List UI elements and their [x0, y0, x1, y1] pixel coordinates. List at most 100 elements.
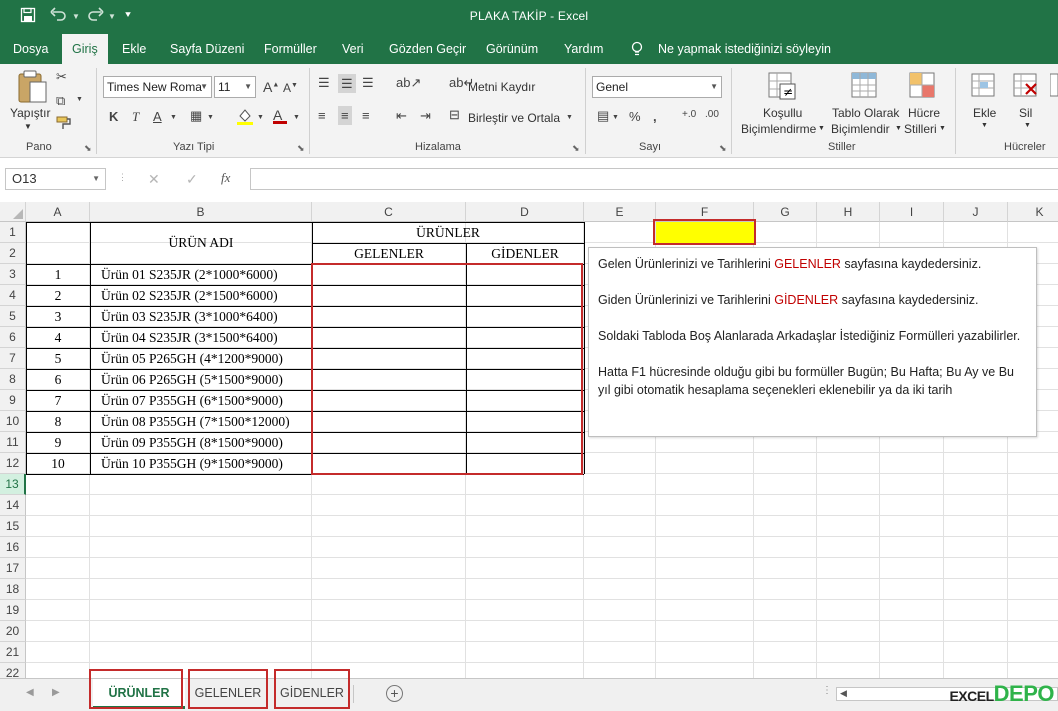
- column-header-h[interactable]: H: [817, 202, 880, 222]
- conditional-formatting-label-2[interactable]: Biçimlendirme: [741, 122, 816, 136]
- clipboard-launcher-icon[interactable]: ⬊: [84, 143, 92, 154]
- align-right-icon[interactable]: ≡: [362, 109, 370, 122]
- row-header-12[interactable]: 12: [0, 453, 26, 474]
- paste-button-label[interactable]: Yapıştır: [10, 106, 50, 120]
- name-box-dropdown-icon[interactable]: ▼: [92, 169, 100, 189]
- increase-font-icon[interactable]: A▲: [263, 80, 279, 94]
- tab-page-layout[interactable]: Sayfa Düzeni: [160, 34, 254, 64]
- column-header-b[interactable]: B: [90, 202, 312, 222]
- cell-styles-label-1[interactable]: Hücre: [908, 106, 940, 120]
- paste-icon[interactable]: [16, 70, 50, 108]
- row-number-cell[interactable]: 7: [26, 390, 90, 411]
- tab-formulas[interactable]: Formüller: [254, 34, 327, 64]
- incoming-header[interactable]: GELENLER: [312, 243, 466, 264]
- product-name-cell[interactable]: Ürün 08 P355GH (7*1500*12000): [101, 411, 311, 432]
- column-header-j[interactable]: J: [944, 202, 1008, 222]
- add-sheet-button[interactable]: +: [386, 685, 403, 702]
- insert-cells-icon[interactable]: [970, 72, 998, 102]
- row-number-cell[interactable]: 3: [26, 306, 90, 327]
- row-header-20[interactable]: 20: [0, 621, 26, 642]
- bold-button[interactable]: K: [109, 110, 118, 123]
- align-center-icon[interactable]: ≡: [338, 106, 352, 125]
- product-name-cell[interactable]: Ürün 01 S235JR (2*1000*6000): [101, 264, 311, 285]
- copy-dropdown-icon[interactable]: ▼: [76, 96, 83, 103]
- row-number-cell[interactable]: 9: [26, 432, 90, 453]
- wrap-text-button[interactable]: Metni Kaydır: [468, 80, 535, 94]
- product-name-cell[interactable]: Ürün 03 S235JR (3*1000*6400): [101, 306, 311, 327]
- tab-split-handle-icon[interactable]: ⋮: [822, 685, 832, 696]
- row-number-cell[interactable]: 4: [26, 327, 90, 348]
- row-header-17[interactable]: 17: [0, 558, 26, 579]
- copy-icon[interactable]: ⧉: [56, 94, 65, 107]
- tell-me-search[interactable]: Ne yapmak istediğinizi söyleyin: [648, 34, 841, 64]
- row-number-cell[interactable]: 6: [26, 369, 90, 390]
- row-number-cell[interactable]: 10: [26, 453, 90, 474]
- comma-icon[interactable]: ,: [653, 110, 657, 123]
- align-middle-icon[interactable]: ☰: [338, 74, 356, 93]
- currency-icon[interactable]: ▤: [597, 109, 609, 122]
- format-as-table-label-2[interactable]: Biçimlendir: [831, 122, 890, 136]
- column-header-c[interactable]: C: [312, 202, 466, 222]
- conditional-formatting-dropdown-icon[interactable]: ▼: [818, 125, 825, 132]
- outgoing-header[interactable]: GİDENLER: [466, 243, 584, 264]
- row-header-6[interactable]: 6: [0, 327, 26, 348]
- row-header-2[interactable]: 2: [0, 243, 26, 264]
- enter-icon[interactable]: ✓: [186, 171, 198, 188]
- conditional-formatting-label-1[interactable]: Koşullu: [763, 106, 802, 120]
- fill-color-icon[interactable]: [236, 107, 254, 127]
- product-name-cell[interactable]: Ürün 09 P355GH (8*1500*9000): [101, 432, 311, 453]
- instructions-textbox[interactable]: Gelen Ürünlerinizi ve Tarihlerini GELENL…: [588, 247, 1037, 437]
- font-size-select[interactable]: 11 ▼: [214, 76, 256, 98]
- product-name-cell[interactable]: Ürün 10 P355GH (9*1500*9000): [101, 453, 311, 474]
- product-name-header[interactable]: ÜRÜN ADI: [90, 222, 312, 264]
- column-header-e[interactable]: E: [584, 202, 656, 222]
- fill-color-dropdown-icon[interactable]: ▼: [257, 114, 264, 121]
- underline-dropdown-icon[interactable]: ▼: [170, 114, 177, 121]
- decrease-indent-icon[interactable]: ⇤: [396, 109, 407, 122]
- row-header-22[interactable]: 22: [0, 663, 26, 678]
- formula-input[interactable]: [250, 168, 1058, 190]
- decrease-decimal-icon[interactable]: .00: [705, 110, 719, 120]
- row-header-8[interactable]: 8: [0, 369, 26, 390]
- percent-icon[interactable]: %: [629, 110, 641, 123]
- prev-sheet-icon[interactable]: ◀: [26, 687, 34, 698]
- format-cells-icon[interactable]: [1049, 72, 1058, 102]
- borders-dropdown-icon[interactable]: ▼: [207, 114, 214, 121]
- insert-function-icon[interactable]: fx: [221, 170, 230, 186]
- format-as-table-icon[interactable]: [851, 72, 879, 102]
- column-header-d[interactable]: D: [466, 202, 584, 222]
- tab-home[interactable]: Giriş: [62, 34, 108, 64]
- row-header-4[interactable]: 4: [0, 285, 26, 306]
- product-name-cell[interactable]: Ürün 06 P265GH (5*1500*9000): [101, 369, 311, 390]
- font-name-select[interactable]: Times New Roma ▼: [103, 76, 212, 98]
- row-header-21[interactable]: 21: [0, 642, 26, 663]
- row-header-9[interactable]: 9: [0, 390, 26, 411]
- cell-styles-icon[interactable]: [909, 72, 937, 102]
- font-color-dropdown-icon[interactable]: ▼: [293, 114, 300, 121]
- products-group-header[interactable]: ÜRÜNLER: [312, 222, 584, 243]
- row-header-3[interactable]: 3: [0, 264, 26, 285]
- tab-file[interactable]: Dosya: [3, 34, 58, 64]
- row-header-16[interactable]: 16: [0, 537, 26, 558]
- font-color-icon[interactable]: A: [273, 108, 287, 124]
- align-bottom-icon[interactable]: ☰: [362, 76, 374, 89]
- format-as-table-dropdown-icon[interactable]: ▼: [895, 125, 902, 132]
- tab-view[interactable]: Görünüm: [476, 34, 548, 64]
- cancel-icon[interactable]: ✕: [148, 171, 160, 188]
- product-name-cell[interactable]: Ürün 05 P265GH (4*1200*9000): [101, 348, 311, 369]
- row-header-15[interactable]: 15: [0, 516, 26, 537]
- name-box[interactable]: O13 ▼: [5, 168, 106, 190]
- decrease-font-icon[interactable]: A▼: [283, 82, 298, 94]
- conditional-formatting-icon[interactable]: ≠: [768, 72, 796, 102]
- row-header-14[interactable]: 14: [0, 495, 26, 516]
- delete-cells-dropdown-icon[interactable]: ▼: [1024, 122, 1031, 129]
- worksheet-grid[interactable]: A B C D E F G H I J K 1 2 3 4 5 6 7 8 9 10 11 12 13 1…: [0, 202, 1058, 678]
- cut-icon[interactable]: ✂: [56, 70, 67, 83]
- cell-styles-dropdown-icon[interactable]: ▼: [939, 125, 946, 132]
- delete-cells-icon[interactable]: [1012, 72, 1040, 102]
- row-number-cell[interactable]: 5: [26, 348, 90, 369]
- row-header-1[interactable]: 1: [0, 222, 26, 243]
- row-header-19[interactable]: 19: [0, 600, 26, 621]
- increase-decimal-icon[interactable]: +.0: [682, 110, 696, 120]
- italic-button[interactable]: T: [132, 110, 139, 123]
